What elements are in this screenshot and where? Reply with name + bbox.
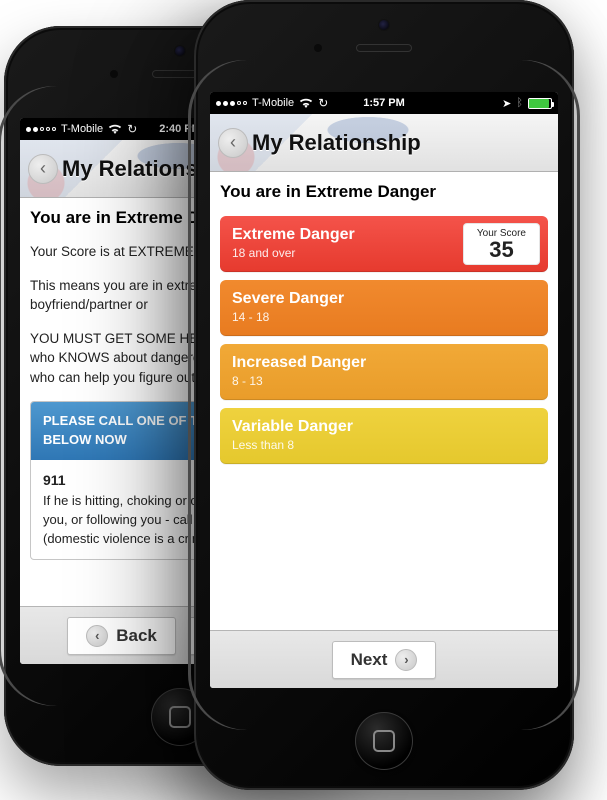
next-button-label: Next [351,650,388,670]
screen-right: T-Mobile ↻ 1:57 PM ➤ ᛒ ‹ My Relationship… [210,92,558,688]
phone-top-bezel [194,0,574,92]
chevron-right-icon: › [395,649,417,671]
level-range: 8 - 13 [232,374,536,388]
back-button-label: Back [116,626,157,646]
sync-icon: ↻ [318,97,328,109]
home-button[interactable] [355,712,413,770]
status-bar: T-Mobile ↻ 1:57 PM ➤ ᛒ [210,92,558,114]
danger-level-increased[interactable]: Increased Danger 8 - 13 [220,344,548,400]
danger-level-severe[interactable]: Severe Danger 14 - 18 [220,280,548,336]
level-range: Less than 8 [232,438,536,452]
signal-dots-icon [216,101,247,106]
clock-label: 1:57 PM [363,97,405,109]
score-badge: Your Score 35 [463,223,540,265]
bottom-bar: Next › [210,630,558,688]
back-button[interactable]: ‹ [28,154,58,184]
chevron-left-icon: ‹ [40,158,46,179]
camera-dot-icon [175,46,185,56]
wifi-icon [108,124,122,134]
chevron-left-icon: ‹ [86,625,108,647]
danger-level-extreme[interactable]: Extreme Danger 18 and over Your Score 35 [220,216,548,272]
signal-dots-icon [26,127,56,132]
level-title: Severe Danger [232,290,536,308]
content-area: You are in Extreme Danger Extreme Danger… [210,172,558,630]
page-title: My Relationship [252,130,421,156]
phone-mockup-right: T-Mobile ↻ 1:57 PM ➤ ᛒ ‹ My Relationship… [194,0,574,790]
wifi-icon [299,98,313,108]
back-button[interactable]: ‹ [218,128,248,158]
level-title: Increased Danger [232,354,536,372]
bluetooth-icon: ᛒ [516,97,523,109]
location-icon: ➤ [502,97,511,110]
speaker-grill-icon [356,44,412,52]
next-button-footer[interactable]: Next › [332,641,437,679]
sensor-dot-icon [110,70,118,78]
level-range: 14 - 18 [232,310,536,324]
result-heading: You are in Extreme Danger [220,182,548,202]
carrier-label: T-Mobile [61,123,103,135]
back-button-footer[interactable]: ‹ Back [67,617,176,655]
level-title: Variable Danger [232,418,536,436]
battery-icon [528,98,552,109]
sensor-dot-icon [314,44,322,52]
chevron-left-icon: ‹ [230,132,236,153]
score-value: 35 [489,239,513,261]
danger-level-variable[interactable]: Variable Danger Less than 8 [220,408,548,464]
sync-icon: ↻ [127,123,137,135]
camera-dot-icon [379,20,389,30]
carrier-label: T-Mobile [252,97,294,109]
app-header: ‹ My Relationship [210,114,558,172]
